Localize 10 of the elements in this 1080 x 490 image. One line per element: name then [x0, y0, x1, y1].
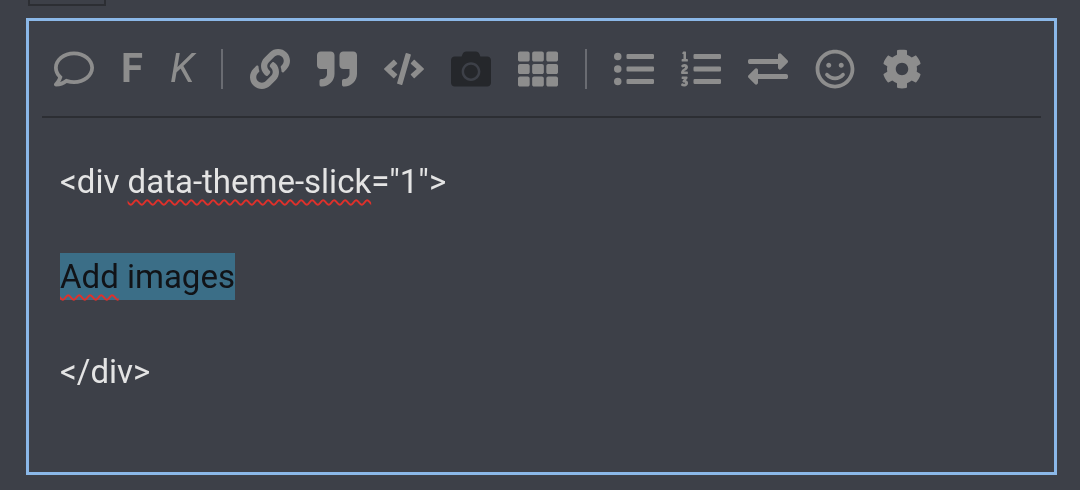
italic-button[interactable]: K	[169, 48, 195, 89]
link-button[interactable]	[250, 48, 291, 89]
editor-line: <div data-theme-slick="1">	[60, 161, 447, 203]
settings-icon	[882, 48, 923, 89]
editor-line: </div>	[60, 351, 151, 393]
link-icon	[250, 48, 291, 89]
bold-button[interactable]: F	[121, 48, 143, 89]
smiley-button[interactable]	[815, 48, 856, 89]
smiley-icon	[815, 48, 856, 89]
settings-button[interactable]	[882, 48, 923, 89]
